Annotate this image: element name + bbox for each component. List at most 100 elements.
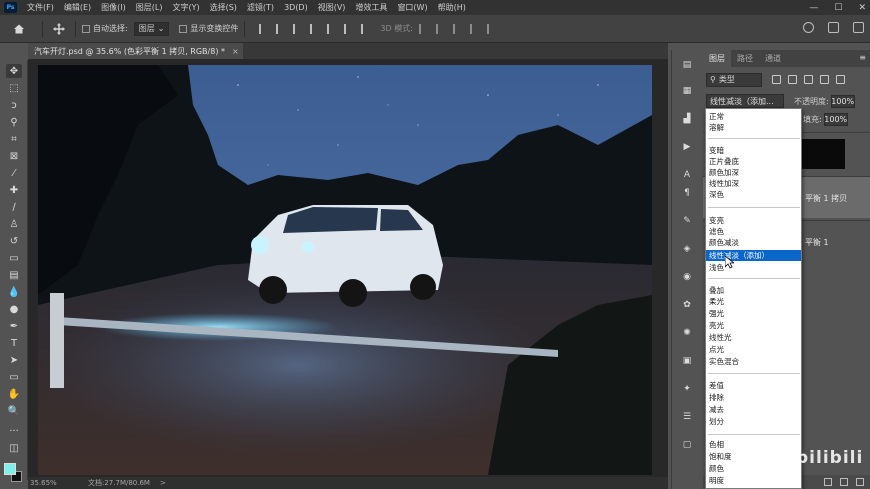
foreground-color-swatch[interactable] [4,463,16,475]
notes-icon[interactable]: ▢ [680,438,694,452]
menu-plugins[interactable]: 增效工具 [350,2,392,13]
status-menu-arrow[interactable]: > [160,479,166,487]
blend-option[interactable]: 实色混合 [709,356,802,367]
3d-slide-icon[interactable] [469,23,479,34]
menu-image[interactable]: 图像(I) [96,2,131,13]
distribute-icon[interactable] [361,23,370,34]
blend-option[interactable]: 颜色 [709,463,802,474]
zoom-tool-icon[interactable]: 🔍 [6,404,22,418]
paragraph-icon[interactable]: ¶ [680,186,694,200]
menu-type[interactable]: 文字(Y) [167,2,204,13]
histogram-icon[interactable]: ▟ [680,112,694,126]
blend-option-selected[interactable]: 线性减淡（添加） [706,250,801,261]
menu-help[interactable]: 帮助(H) [433,2,471,13]
align-middle-icon[interactable] [327,23,336,34]
pixel-filter-icon[interactable] [772,75,781,84]
blend-option[interactable]: 深色 [709,189,802,200]
blend-option[interactable]: 线性加深 [709,178,802,189]
marquee-tool-icon[interactable]: ⬚ [6,81,22,95]
libraries-icon[interactable]: ☰ [680,410,694,424]
fill-input[interactable]: 100% [823,113,848,126]
maximize-button[interactable]: ☐ [834,3,842,13]
blend-option[interactable]: 亮光 [709,320,802,331]
blend-option[interactable]: 叠加 [709,285,802,296]
workspace-icon[interactable] [828,22,839,33]
pen-tool-icon[interactable]: ✒ [6,319,22,333]
3d-rotate-icon[interactable] [418,23,428,34]
blend-option[interactable]: 减去 [709,404,802,415]
character-icon[interactable]: A [680,168,694,182]
eraser-tool-icon[interactable]: ▭ [6,251,22,265]
blend-option[interactable]: 正常 [709,111,802,122]
blend-option[interactable]: 色相 [709,439,802,450]
show-transform-checkbox[interactable]: 显示变换控件 [179,23,238,34]
brushes-icon[interactable]: ✎ [680,214,694,228]
menu-edit[interactable]: 编辑(E) [59,2,96,13]
more-tools-icon[interactable]: ··· [6,424,22,438]
blend-option[interactable]: 溶解 [709,122,802,133]
close-window-button[interactable]: ✕ [858,3,866,13]
checkbox-box[interactable] [179,24,188,33]
document-canvas[interactable] [38,65,652,475]
gradient-tool-icon[interactable]: ▤ [6,268,22,282]
move-tool-icon[interactable] [49,22,69,35]
blend-option[interactable]: 正片叠底 [709,156,802,167]
align-bottom-icon[interactable] [344,23,353,34]
new-layer-icon[interactable] [840,478,848,486]
3d-scale-icon[interactable] [486,23,496,34]
align-top-icon[interactable] [310,23,319,34]
home-icon[interactable] [10,20,28,38]
blend-option[interactable]: 变亮 [709,215,802,226]
align-center-icon[interactable] [276,23,285,34]
menu-select[interactable]: 选择(S) [205,2,242,13]
menu-filter[interactable]: 滤镜(T) [242,2,279,13]
quick-select-tool-icon[interactable]: ⚲ [6,115,22,129]
shape-filter-icon[interactable] [820,75,829,84]
history-icon[interactable]: ▤ [680,58,694,72]
clone-stamp-tool-icon[interactable]: ♙ [6,217,22,231]
type-tool-icon[interactable]: T [6,336,22,350]
share-icon[interactable] [853,22,864,33]
gradients-icon[interactable]: ▣ [680,354,694,368]
properties-icon[interactable]: ▦ [680,84,694,98]
layer-filter-dropdown[interactable]: ⚲ 类型 [706,72,762,87]
quick-mask-icon[interactable]: ◫ [6,441,22,455]
delete-layer-icon[interactable] [856,478,864,486]
blend-option[interactable]: 线性光 [709,332,802,343]
rectangle-tool-icon[interactable]: ▭ [6,370,22,384]
blur-tool-icon[interactable]: 💧 [6,285,22,299]
panel-menu-icon[interactable]: ≡ [859,53,866,62]
type-filter-icon[interactable] [804,75,813,84]
healing-brush-tool-icon[interactable]: ✚ [6,183,22,197]
lasso-tool-icon[interactable]: ↄ [6,98,22,112]
align-right-icon[interactable] [293,23,302,34]
blend-option[interactable]: 点光 [709,344,802,355]
menu-view[interactable]: 视图(V) [313,2,351,13]
new-group-icon[interactable] [824,478,832,486]
glyphs-icon[interactable]: ✺ [680,326,694,340]
blend-option[interactable]: 滤色 [709,226,802,237]
adjustments-icon[interactable]: ◈ [680,242,694,256]
minimize-button[interactable]: — [809,3,818,13]
patterns-icon[interactable]: ✦ [680,382,694,396]
hand-tool-icon[interactable]: ✋ [6,387,22,401]
brush-tool-icon[interactable]: ∕ [6,200,22,214]
auto-select-dropdown[interactable]: 图层 ⌄ [133,21,170,36]
smart-object-filter-icon[interactable] [836,75,845,84]
blend-option[interactable]: 划分 [709,416,802,427]
blend-option[interactable]: 差值 [709,380,802,391]
blend-option[interactable]: 排除 [709,392,802,403]
close-icon[interactable]: × [232,47,239,56]
actions-icon[interactable]: ▶ [680,140,694,154]
checkbox-box[interactable] [82,24,90,33]
frame-tool-icon[interactable]: ⊠ [6,149,22,163]
3d-roll-icon[interactable] [435,23,445,34]
move-tool-icon[interactable]: ✥ [6,64,22,78]
tab-paths[interactable]: 路径 [731,50,759,67]
document-tab[interactable]: 汽车开灯.psd @ 35.6% (色彩平衡 1 拷贝, RGB/8) * × [28,43,243,59]
zoom-level[interactable]: 35.65% [28,479,68,487]
tab-layers[interactable]: 图层 [703,50,731,67]
eyedropper-tool-icon[interactable]: ⁄ [6,166,22,180]
history-brush-tool-icon[interactable]: ↺ [6,234,22,248]
blend-option[interactable]: 浅色 [709,262,802,273]
